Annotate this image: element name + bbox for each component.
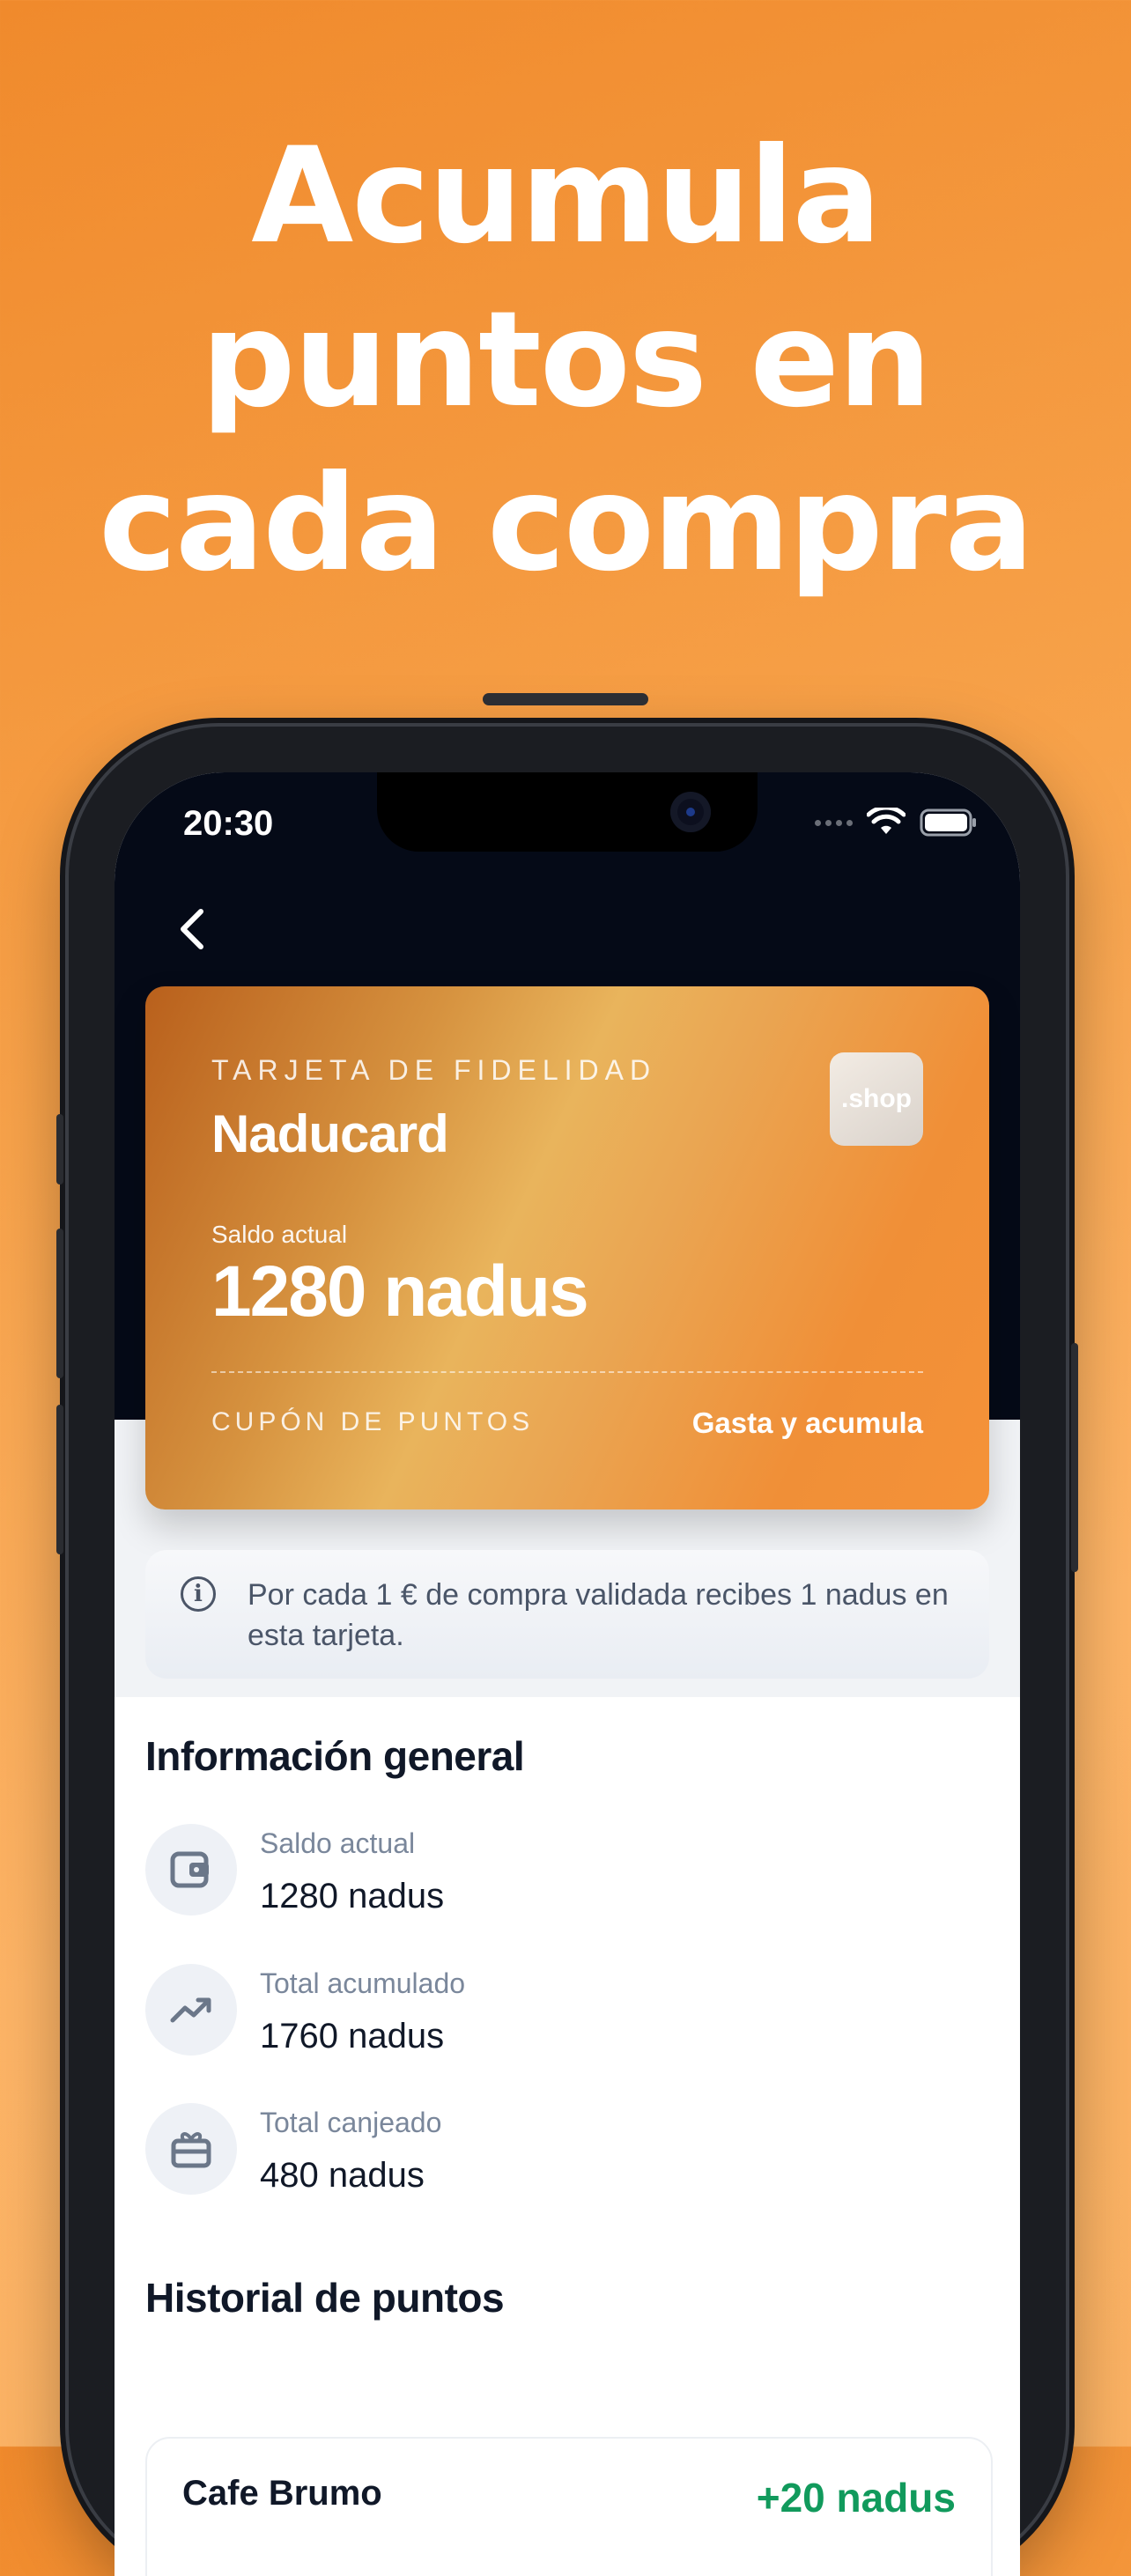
stat-total-acumulado: Total acumulado 1760 nadus: [145, 1964, 938, 2070]
history-merchant: Cafe Brumo: [182, 2474, 382, 2513]
history-item[interactable]: Cafe Brumo +20 nadus: [145, 2437, 993, 2576]
info-text: Por cada 1 € de compra validada recibes …: [248, 1578, 949, 1652]
front-camera: [670, 792, 711, 832]
power-button: [1071, 1343, 1078, 1572]
stat-label: Saldo actual: [260, 1827, 416, 1859]
card-coupon-label: CUPÓN DE PUNTOS: [211, 1407, 535, 1436]
card-cta[interactable]: Gasta y acumula: [692, 1406, 923, 1440]
history-points: +20 nadus: [756, 2475, 956, 2521]
phone-frame: 20:30 TARJETA DE FIDELIDAD Naducard .sho…: [56, 693, 1078, 2576]
loyalty-card[interactable]: TARJETA DE FIDELIDAD Naducard .shop Sald…: [145, 986, 989, 1509]
stat-label: Total acumulado: [260, 1967, 466, 1999]
gift-icon: [145, 2103, 237, 2195]
earpiece-speaker: [483, 693, 648, 705]
status-time: 20:30: [183, 804, 274, 843]
headline-line-2: puntos en: [201, 284, 932, 437]
volume-down-button: [56, 1405, 63, 1554]
app-screen: 20:30 TARJETA DE FIDELIDAD Naducard .sho…: [115, 772, 1020, 2576]
wifi-icon: [867, 808, 906, 834]
general-info-title: Información general: [145, 1733, 525, 1779]
cellular-signal-icon: [815, 819, 853, 826]
promo-headline: Acumula puntos en cada compra: [0, 114, 1131, 606]
shop-logo-badge: .shop: [830, 1052, 923, 1146]
stat-label: Total canjeado: [260, 2107, 442, 2138]
headline-line-1: Acumula: [251, 120, 882, 273]
info-banner: i Por cada 1 € de compra validada recibe…: [145, 1550, 989, 1679]
stat-saldo-actual: Saldo actual 1280 nadus: [145, 1824, 938, 1930]
card-balance-label: Saldo actual: [211, 1221, 348, 1248]
status-indicators: [815, 808, 978, 838]
battery-icon: [920, 808, 976, 837]
headline-line-3: cada compra: [99, 447, 1034, 601]
stat-total-canjeado: Total canjeado 480 nadus: [145, 2103, 938, 2209]
stat-value: 480 nadus: [260, 2156, 425, 2195]
history-title: Historial de puntos: [145, 2275, 505, 2321]
volume-up-button: [56, 1229, 63, 1378]
card-kicker: TARJETA DE FIDELIDAD: [211, 1054, 657, 1086]
info-icon: i: [181, 1576, 216, 1612]
wallet-icon: [145, 1824, 237, 1915]
back-button[interactable]: [166, 904, 218, 957]
trend-up-icon: [145, 1964, 237, 2056]
card-name: Naducard: [211, 1104, 449, 1163]
mute-switch: [56, 1114, 63, 1185]
stat-value: 1760 nadus: [260, 2017, 445, 2056]
card-divider: [211, 1371, 923, 1373]
chevron-left-icon: [181, 909, 203, 949]
stat-value: 1280 nadus: [260, 1877, 445, 1915]
dynamic-island: [377, 772, 758, 852]
card-balance: 1280 nadus: [211, 1251, 589, 1332]
